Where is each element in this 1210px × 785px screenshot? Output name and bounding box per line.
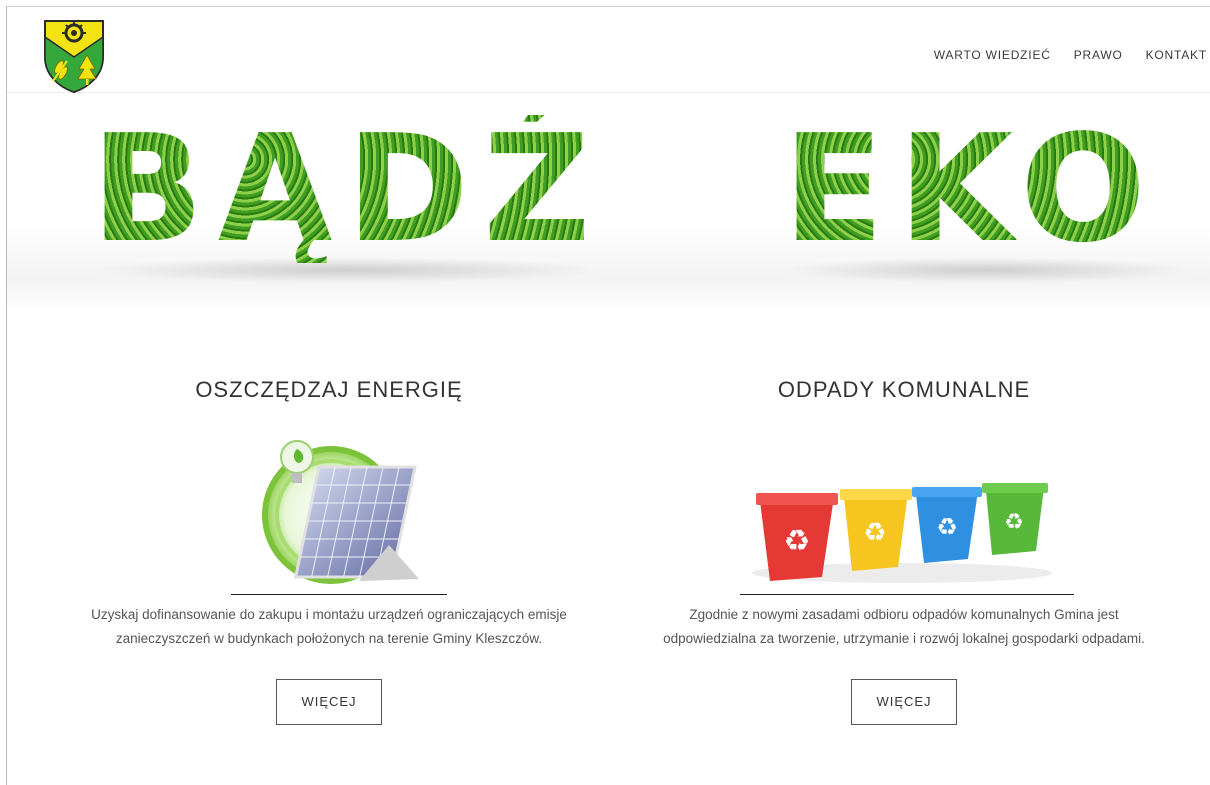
recycling-bins-illustration: ♻ ♻ ♻ ♻ (634, 417, 1174, 597)
section-divider-waste (740, 594, 1074, 595)
section-text-energy: Uzyskaj dofinansowanie do zakupu i monta… (91, 607, 567, 646)
hero-word-eko: EKO (783, 103, 1160, 275)
green-bin-icon: ♻ (982, 483, 1048, 555)
nav-link-warto-wiedziec[interactable]: WARTO WIEDZIEĆ (934, 48, 1051, 62)
svg-text:♻: ♻ (863, 518, 886, 548)
hero-banner: BĄDŹ EKO (7, 97, 1210, 312)
site-header: WARTO WIEDZIEĆ PRAWO KONTAKT (7, 7, 1210, 93)
section-divider-energy (231, 594, 447, 595)
blue-bin-icon: ♻ (912, 487, 982, 563)
more-button-waste[interactable]: WIĘCEJ (851, 679, 957, 725)
nav-link-prawo[interactable]: PRAWO (1074, 48, 1123, 62)
hero-word-badz: BĄDŹ (91, 103, 605, 275)
yellow-bin-icon: ♻ (840, 489, 912, 571)
coat-of-arms-logo[interactable] (41, 17, 107, 93)
section-energy: OSZCZĘDZAJ ENERGIĘ Uzyskaj dofinansowani… (59, 377, 599, 725)
section-waste: ODPADY KOMUNALNE ♻ ♻ ♻ ♻ Zgodnie z nowym… (634, 377, 1174, 725)
more-button-energy[interactable]: WIĘCEJ (276, 679, 382, 725)
section-title-waste: ODPADY KOMUNALNE (777, 377, 1031, 402)
section-title-energy: OSZCZĘDZAJ ENERGIĘ (195, 377, 463, 402)
solar-panel-illustration (59, 417, 599, 597)
nav-link-kontakt[interactable]: KONTAKT (1146, 48, 1207, 62)
svg-text:♻: ♻ (936, 513, 958, 541)
svg-text:♻: ♻ (1004, 510, 1024, 535)
page: WARTO WIEDZIEĆ PRAWO KONTAKT BĄDŹ EKO OS… (6, 6, 1210, 785)
main-nav: WARTO WIEDZIEĆ PRAWO KONTAKT (911, 48, 1207, 62)
svg-text:♻: ♻ (784, 524, 811, 559)
section-text-waste: Zgodnie z nowymi zasadami odbioru odpadó… (663, 607, 1145, 646)
